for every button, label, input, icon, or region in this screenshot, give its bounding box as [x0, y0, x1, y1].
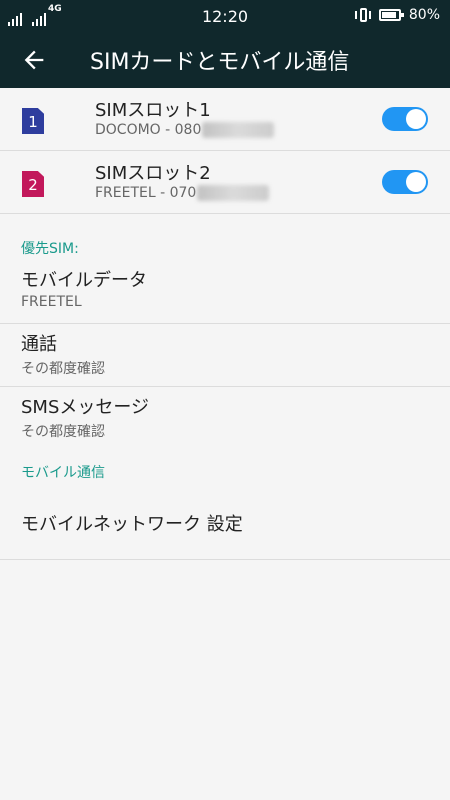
sim-slot-1-toggle[interactable] — [382, 107, 428, 131]
sim-slot-label: SIMスロット1 — [95, 100, 211, 121]
sim-slot-label: SIMスロット2 — [95, 163, 211, 184]
arrow-left-icon[interactable] — [20, 46, 48, 74]
pref-value: その都度確認 — [21, 424, 105, 440]
pref-sms[interactable]: SMSメッセージ その都度確認 — [0, 387, 450, 450]
sim-slot-2-toggle[interactable] — [382, 170, 428, 194]
pref-title: モバイルデータ — [21, 270, 147, 291]
sim-card-1-icon: 1 — [22, 108, 44, 134]
status-bar: 4G 12:20 80% — [0, 0, 450, 32]
pref-title: 通話 — [21, 334, 57, 355]
page-title: SIMカードとモバイル通信 — [90, 50, 350, 75]
pref-value: その都度確認 — [21, 361, 105, 377]
sim-card-2-icon: 2 — [22, 171, 44, 197]
mobile-network-settings[interactable]: モバイルネットワーク 設定 — [0, 490, 450, 560]
preferred-sim-header: 優先SIM: — [21, 241, 79, 257]
sim-slot-carrier: FREETEL - 070 — [95, 185, 270, 201]
settings-list: 1 SIMスロット1 DOCOMO - 080 2 SIMスロット2 FREET… — [0, 88, 450, 560]
sim-slot-2-row[interactable]: 2 SIMスロット2 FREETEL - 070 — [0, 151, 450, 214]
carrier-number: FREETEL - 070 — [95, 185, 197, 201]
battery-percent: 80% — [408, 7, 440, 23]
sim-slot-1-row[interactable]: 1 SIMスロット1 DOCOMO - 080 — [0, 88, 450, 151]
pref-title: SMSメッセージ — [21, 397, 150, 418]
vibrate-icon — [354, 7, 371, 23]
pref-mobile-data[interactable]: モバイルデータ FREETEL — [0, 258, 450, 324]
battery-icon — [378, 9, 404, 21]
pref-value: FREETEL — [21, 294, 82, 310]
carrier-number: DOCOMO - 080 — [95, 122, 202, 138]
app-bar: SIMカードとモバイル通信 — [0, 32, 450, 88]
mobile-section-header: モバイル通信 — [21, 465, 105, 481]
network-settings-label: モバイルネットワーク 設定 — [21, 514, 243, 535]
redacted-number — [197, 185, 270, 201]
pref-calls[interactable]: 通話 その都度確認 — [0, 324, 450, 387]
redacted-number — [202, 122, 275, 138]
sim-slot-carrier: DOCOMO - 080 — [95, 122, 275, 138]
